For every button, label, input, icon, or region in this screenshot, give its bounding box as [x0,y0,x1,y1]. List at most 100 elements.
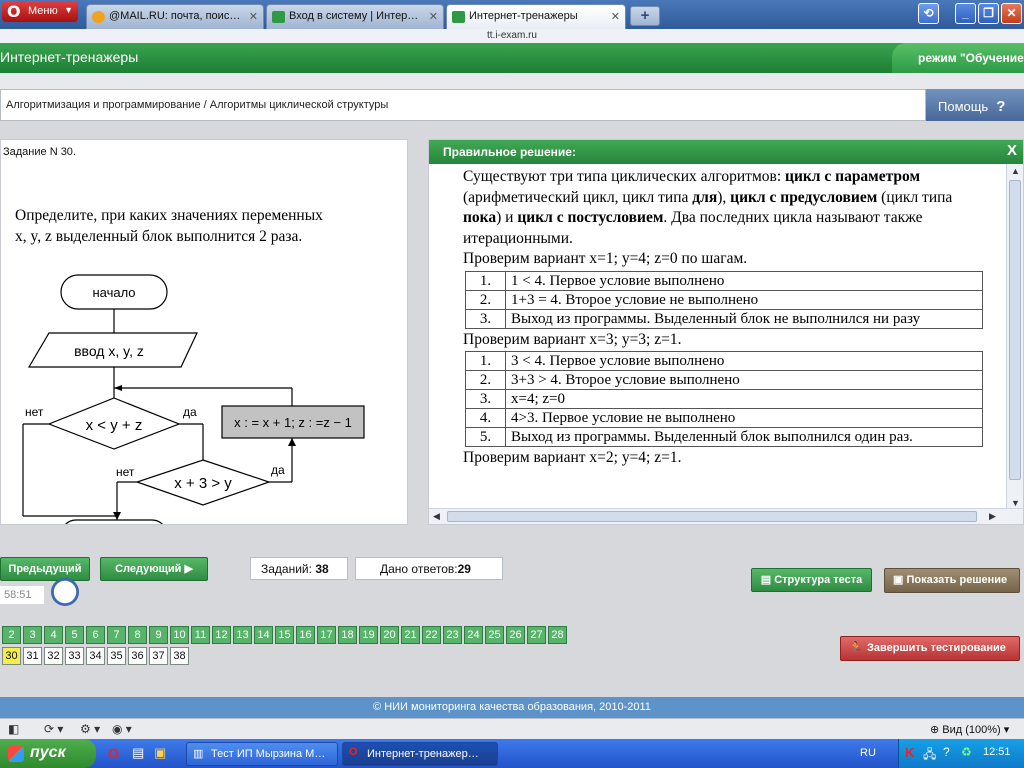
turbo-icon[interactable]: ⟳ ▾ [44,722,63,736]
question-cell-37[interactable]: 37 [149,647,168,665]
scroll-left-icon[interactable]: ◀ [433,511,440,522]
windows-logo-icon [8,746,24,762]
scroll-down-icon[interactable]: ▼ [1011,498,1020,508]
new-tab-button[interactable]: + [630,6,660,26]
step-text: 1+3 = 4. Второе условие не выполнено [505,289,983,310]
vertical-scrollbar[interactable]: ▲ ▼ [1006,164,1023,510]
question-cell-11[interactable]: 11 [191,626,210,644]
tab-trainer[interactable]: Интернет-тренажеры ✕ [446,4,626,29]
kaspersky-icon[interactable]: K [905,745,914,760]
address-strip[interactable]: tt.i-exam.ru [0,29,1024,43]
minimize-button[interactable]: _ [955,3,976,24]
question-cell-15[interactable]: 15 [275,626,294,644]
question-cell-7[interactable]: 7 [107,626,126,644]
question-cell-34[interactable]: 34 [86,647,105,665]
photo-icon[interactable]: ▣ [154,745,166,761]
flow-cond1-label: x < y + z [86,417,143,434]
question-cell-28[interactable]: 28 [548,626,567,644]
question-cell-35[interactable]: 35 [107,647,126,665]
start-button[interactable]: пуск [0,739,96,768]
panel-toggle-icon[interactable]: ◧ [8,722,19,736]
prev-button[interactable]: Предыдущий [0,557,90,581]
question-cell-30[interactable]: 30 [2,647,21,665]
question-cell-20[interactable]: 20 [380,626,399,644]
question-cell-23[interactable]: 23 [443,626,462,644]
next-button[interactable]: Следующий ▶ [100,557,208,581]
scroll-right-icon[interactable]: ▶ [989,511,996,522]
zoom-level[interactable]: ⊕ Вид (100%) ▾ [930,723,1009,736]
question-cell-38[interactable]: 38 [170,647,189,665]
close-icon[interactable]: ✕ [611,10,620,23]
floppy-icon[interactable]: ▤ [132,745,144,761]
question-cell-17[interactable]: 17 [317,626,336,644]
question-cell-12[interactable]: 12 [212,626,231,644]
opera-quicklaunch-icon[interactable]: O [108,745,119,761]
step-number: 3. [465,308,506,329]
close-icon[interactable]: ✕ [429,10,438,23]
question-cell-22[interactable]: 22 [422,626,441,644]
solution-header: Правильное решение: X [429,140,1023,164]
question-cell-14[interactable]: 14 [254,626,273,644]
question-cell-32[interactable]: 32 [44,647,63,665]
steps-table-2: 1. 3 < 4. Первое условие выполнено 2. 3+3 … [465,351,983,447]
safely-remove-icon[interactable]: ♻ [961,745,972,759]
flow-block-label: x : = x + 1; z : =z − 1 [234,415,352,430]
close-solution-button[interactable]: X [1007,142,1017,159]
question-cell-6[interactable]: 6 [86,626,105,644]
close-icon[interactable]: ✕ [249,10,258,23]
question-cell-27[interactable]: 27 [527,626,546,644]
scroll-up-icon[interactable]: ▲ [1011,166,1020,176]
question-cell-8[interactable]: 8 [128,626,147,644]
question-cell-36[interactable]: 36 [128,647,147,665]
trash-icon[interactable]: ⟲ [918,3,939,24]
question-cell-4[interactable]: 4 [44,626,63,644]
question-cell-18[interactable]: 18 [338,626,357,644]
question-cell-33[interactable]: 33 [65,647,84,665]
question-cell-26[interactable]: 26 [506,626,525,644]
question-cell-5[interactable]: 5 [65,626,84,644]
finish-test-button[interactable]: 🏃 Завершить тестирование [840,636,1020,661]
question-cell-2[interactable]: 2 [2,626,21,644]
step-text: Выход из программы. Выделенный блок не в… [505,308,983,329]
flow-input-label: ввод x, y, z [74,343,144,359]
question-cell-24[interactable]: 24 [464,626,483,644]
network-icon[interactable]: 🖧 [923,745,936,766]
book-icon: ▣ [893,574,904,586]
opera-menu-button[interactable]: O Меню ▼ [2,1,78,22]
unite-icon[interactable]: ⚙ ▾ [80,722,100,736]
language-indicator[interactable]: RU [860,747,876,759]
test-structure-button[interactable]: ▤ Структура теста [751,568,872,592]
browser-status-bar: ◧ ⟳ ▾ ⚙ ▾ ◉ ▾ ⊕ Вид (100%) ▾ [0,718,1024,739]
answers-label: Дано ответов: [380,562,458,576]
horizontal-scrollbar[interactable]: ◀ ▶ [429,508,1023,524]
finish-label: Завершить тестирование [867,642,1006,654]
scrollbar-thumb[interactable] [1009,180,1021,480]
help-tray-icon[interactable]: ? [943,745,950,759]
speed-icon[interactable]: ◉ ▾ [112,722,132,736]
tab-label: Вход в систему | Интер… [289,10,419,22]
table-row: 1. 1 < 4. Первое условие выполнено [465,270,983,291]
close-window-button[interactable]: ✕ [1001,3,1022,24]
tab-mail[interactable]: @MAIL.RU: почта, поис… ✕ [86,4,264,29]
step-number: 1. [465,351,506,371]
question-cell-10[interactable]: 10 [170,626,189,644]
question-cell-16[interactable]: 16 [296,626,315,644]
start-label: пуск [30,744,66,761]
show-solution-button[interactable]: ▣ Показать решение [884,568,1020,593]
tab-login[interactable]: Вход в систему | Интер… ✕ [266,4,444,29]
restore-button[interactable]: ❐ [978,3,999,24]
answers-count: 29 [457,562,471,576]
taskbar-item-word[interactable]: ▥ Тест ИП Мырзина М… [186,742,338,766]
question-cell-25[interactable]: 25 [485,626,504,644]
question-cell-19[interactable]: 19 [359,626,378,644]
scrollbar-thumb[interactable] [447,511,977,522]
question-cell-13[interactable]: 13 [233,626,252,644]
question-cell-21[interactable]: 21 [401,626,420,644]
help-button[interactable]: Помощь? [926,89,1024,121]
app-title: Интернет-тренажеры [0,49,139,65]
question-cell-3[interactable]: 3 [23,626,42,644]
question-cell-9[interactable]: 9 [149,626,168,644]
arrow-right-icon: ▶ [184,563,193,575]
question-cell-31[interactable]: 31 [23,647,42,665]
taskbar-item-opera[interactable]: O Интернет-тренажер… [342,742,498,766]
